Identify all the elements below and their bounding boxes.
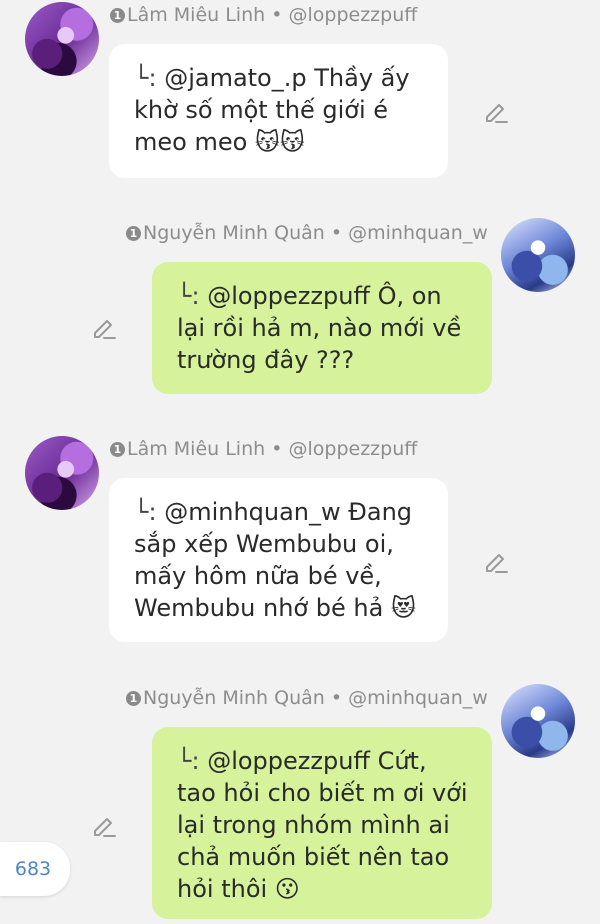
- message-line: trường đây ???: [177, 346, 355, 374]
- message-text: @loppezzpuff Cứt,: [207, 747, 427, 775]
- message-line: lại trong nhóm mình ai: [177, 811, 450, 839]
- message-line: tao hỏi cho biết m ơi với: [177, 779, 468, 807]
- message-line: hỏi thôi 😗: [177, 875, 300, 903]
- pencil-edit-icon[interactable]: [483, 548, 509, 574]
- avatar[interactable]: [501, 218, 575, 292]
- pencil-edit-icon[interactable]: [91, 812, 117, 838]
- rank-badge-icon: 1: [126, 691, 141, 706]
- message-text: @minhquan_w Đang: [164, 498, 413, 526]
- author-name[interactable]: Lâm Miêu Linh: [127, 438, 265, 460]
- rank-badge-icon: 1: [110, 8, 125, 23]
- author-handle[interactable]: @minhquan_w: [348, 222, 488, 244]
- pencil-edit-icon[interactable]: [483, 98, 509, 124]
- message-line: mấy hôm nữa bé về,: [134, 562, 382, 590]
- meta-separator: •: [271, 4, 283, 26]
- reply-mark: └:: [134, 498, 157, 526]
- message-line: khờ số một thế giới é: [134, 96, 389, 124]
- reply-mark: └:: [177, 747, 200, 775]
- message-text: @loppezzpuff Ô, on: [207, 282, 442, 310]
- author-name[interactable]: Nguyễn Minh Quân: [143, 687, 325, 709]
- author-handle[interactable]: @loppezzpuff: [288, 438, 417, 460]
- message-line: Wembubu nhớ bé hả 😻: [134, 594, 416, 622]
- message-header: 1 Nguyễn Minh Quân • @minhquan_w: [126, 222, 488, 244]
- message-header: 1 Lâm Miêu Linh • @loppezzpuff: [110, 438, 417, 460]
- message-item: 1 Nguyễn Minh Quân • @minhquan_w └: @lopp…: [0, 210, 600, 410]
- message-line: └: @jamato_.p Thầy ấy: [134, 62, 426, 94]
- message-line: sắp xếp Wembubu oi,: [134, 530, 394, 558]
- message-bubble[interactable]: └: @loppezzpuff Ô, on lại rồi hả m, nào …: [152, 262, 492, 394]
- comment-count-badge[interactable]: 683: [0, 842, 70, 896]
- author-name[interactable]: Nguyễn Minh Quân: [143, 222, 325, 244]
- meta-separator: •: [271, 438, 283, 460]
- message-line: └: @loppezzpuff Cứt,: [177, 745, 470, 777]
- message-bubble[interactable]: └: @minhquan_w Đang sắp xếp Wembubu oi, …: [109, 478, 448, 642]
- meta-separator: •: [330, 687, 343, 709]
- message-line: └: @minhquan_w Đang: [134, 496, 426, 528]
- meta-separator: •: [330, 222, 343, 244]
- message-line: lại rồi hả m, nào mới về: [177, 314, 462, 342]
- rank-badge-icon: 1: [126, 226, 141, 241]
- avatar[interactable]: [501, 684, 575, 758]
- author-handle[interactable]: @loppezzpuff: [288, 4, 417, 26]
- message-line: meo meo 😽😽: [134, 128, 305, 156]
- reply-mark: └:: [177, 282, 200, 310]
- message-bubble[interactable]: └: @loppezzpuff Cứt, tao hỏi cho biết m …: [152, 727, 492, 919]
- avatar[interactable]: [25, 2, 99, 76]
- author-name[interactable]: Lâm Miêu Linh: [127, 4, 265, 26]
- author-handle[interactable]: @minhquan_w: [348, 687, 488, 709]
- message-item: 1 Lâm Miêu Linh • @loppezzpuff └: @jamato…: [0, 0, 600, 190]
- rank-badge-icon: 1: [110, 442, 125, 457]
- message-bubble[interactable]: └: @jamato_.p Thầy ấy khờ số một thế giớ…: [109, 44, 448, 178]
- pencil-edit-icon[interactable]: [91, 314, 117, 340]
- message-line: chả muốn biết nên tao: [177, 843, 450, 871]
- message-line: └: @loppezzpuff Ô, on: [177, 280, 470, 312]
- message-header: 1 Nguyễn Minh Quân • @minhquan_w: [126, 687, 488, 709]
- avatar[interactable]: [25, 436, 99, 510]
- message-text: @jamato_.p Thầy ấy: [164, 64, 410, 92]
- message-item: 1 Nguyễn Minh Quân • @minhquan_w └: @lopp…: [0, 675, 600, 924]
- reply-mark: └:: [134, 64, 157, 92]
- message-header: 1 Lâm Miêu Linh • @loppezzpuff: [110, 4, 417, 26]
- message-item: 1 Lâm Miêu Linh • @loppezzpuff └: @minhqu…: [0, 430, 600, 660]
